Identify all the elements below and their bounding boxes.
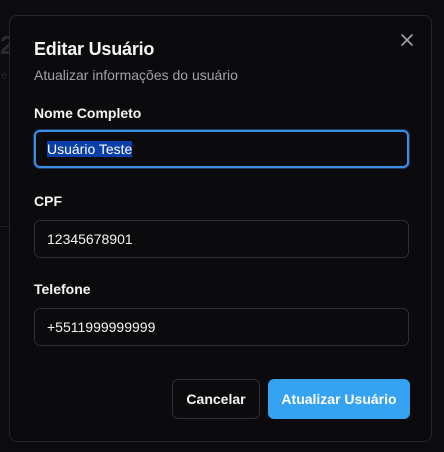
dialog-title: Editar Usuário	[34, 39, 155, 59]
cancel-button[interactable]: Cancelar	[172, 379, 260, 419]
cpf-input[interactable]	[34, 220, 409, 258]
close-button[interactable]	[397, 30, 417, 50]
phone-input[interactable]	[34, 308, 409, 346]
edit-user-dialog: Editar Usuário Atualizar informações do …	[9, 15, 432, 442]
full-name-label: Nome Completo	[34, 105, 142, 121]
dialog-description: Atualizar informações do usuário	[34, 67, 238, 83]
cpf-label: CPF	[34, 193, 62, 209]
phone-label: Telefone	[34, 281, 91, 297]
background-text-fragment: e	[1, 68, 8, 82]
full-name-input[interactable]	[34, 130, 409, 168]
update-user-button[interactable]: Atualizar Usuário	[268, 379, 410, 419]
x-close-icon	[401, 34, 413, 46]
